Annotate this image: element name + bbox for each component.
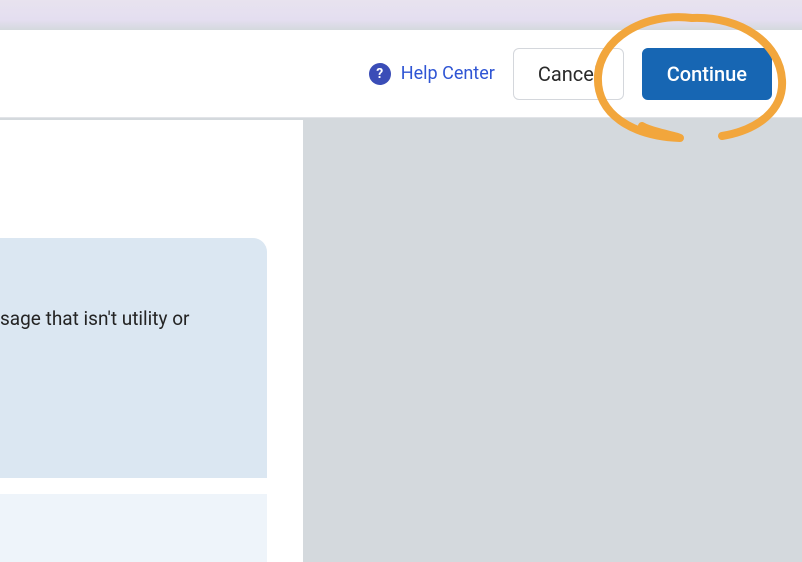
cancel-button[interactable]: Cancel [513, 48, 624, 100]
header-bar: ? Help Center Cancel Continue [0, 30, 802, 118]
help-icon: ? [369, 63, 391, 85]
info-card-text: sage that isn't utility or [0, 306, 260, 332]
viewport: ? Help Center Cancel Continue sage that … [0, 0, 802, 562]
continue-button[interactable]: Continue [642, 48, 772, 100]
continue-button-label: Continue [667, 62, 747, 86]
help-center-link[interactable]: ? Help Center [369, 63, 495, 85]
info-card-inner [0, 494, 267, 562]
info-card [0, 238, 267, 478]
help-icon-glyph: ? [376, 67, 383, 81]
help-center-label: Help Center [401, 63, 495, 84]
cancel-button-label: Cancel [538, 62, 599, 86]
